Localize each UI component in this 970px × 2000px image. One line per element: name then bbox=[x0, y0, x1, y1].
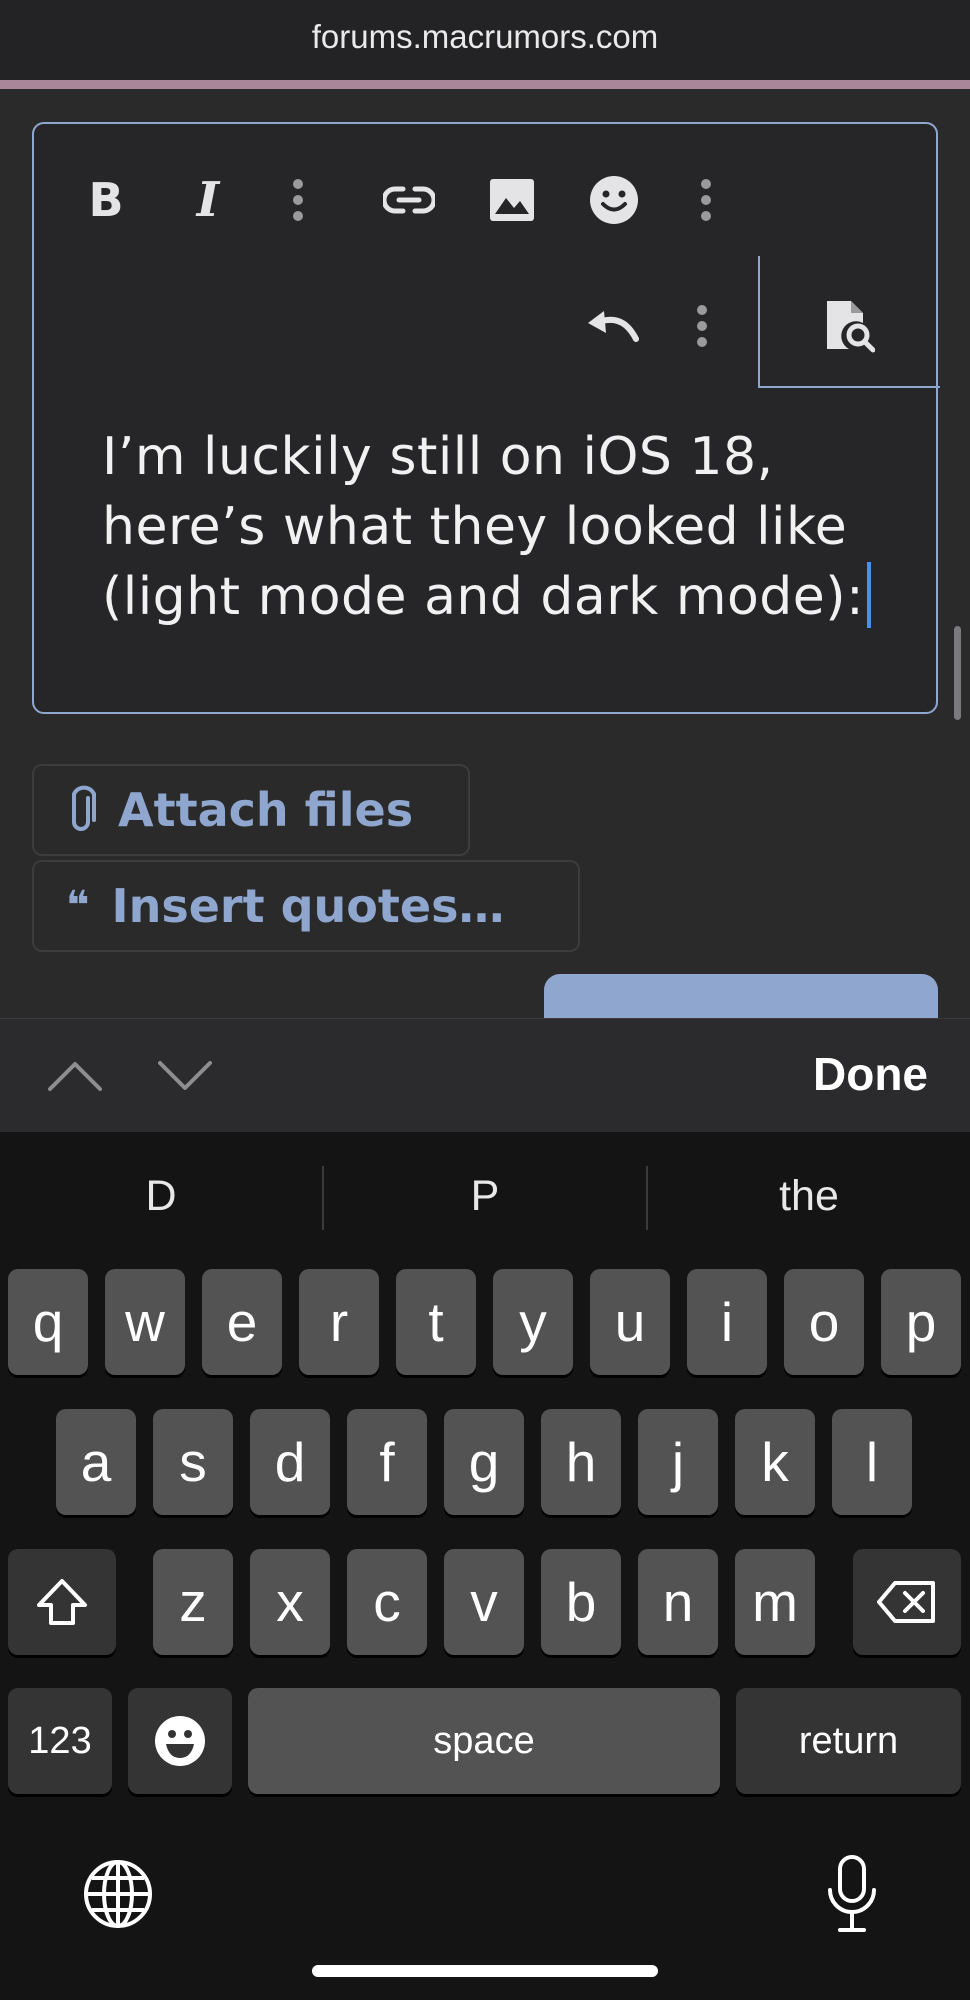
key-f[interactable]: f bbox=[347, 1409, 427, 1515]
key-u[interactable]: u bbox=[590, 1269, 670, 1375]
insert-quotes-label: Insert quotes… bbox=[111, 879, 505, 933]
key-c[interactable]: c bbox=[347, 1549, 427, 1655]
key-g[interactable]: g bbox=[444, 1409, 524, 1515]
url-text[interactable]: forums.macrumors.com bbox=[0, 18, 970, 56]
keyboard-accessory-bar: Done bbox=[0, 1018, 970, 1132]
numbers-key[interactable]: 123 bbox=[8, 1688, 112, 1794]
key-m[interactable]: m bbox=[735, 1549, 815, 1655]
undo-button[interactable] bbox=[578, 294, 648, 358]
link-icon bbox=[383, 186, 435, 214]
globe-icon[interactable] bbox=[80, 1856, 156, 1932]
backspace-icon bbox=[877, 1581, 935, 1623]
home-indicator bbox=[312, 1965, 658, 1977]
link-button[interactable] bbox=[374, 168, 444, 232]
undo-icon bbox=[588, 311, 639, 342]
editor-line: here’s what they looked like bbox=[102, 497, 848, 557]
key-p[interactable]: p bbox=[881, 1269, 961, 1375]
vertical-dots-icon bbox=[701, 179, 711, 221]
emoji-icon bbox=[155, 1716, 205, 1766]
image-icon bbox=[490, 179, 534, 221]
key-v[interactable]: v bbox=[444, 1549, 524, 1655]
suggestion-item[interactable]: D bbox=[0, 1172, 322, 1221]
editor-text-area[interactable]: I’m luckily still on iOS 18, here’s what… bbox=[102, 422, 902, 632]
quote-icon: ❝ bbox=[66, 883, 90, 929]
preview-toggle-panel[interactable] bbox=[758, 256, 940, 388]
page-scrollbar[interactable] bbox=[954, 626, 961, 720]
key-o[interactable]: o bbox=[784, 1269, 864, 1375]
key-j[interactable]: j bbox=[638, 1409, 718, 1515]
vertical-dots-icon bbox=[293, 179, 303, 221]
key-x[interactable]: x bbox=[250, 1549, 330, 1655]
editor-line-with-caret: (light mode and dark mode): bbox=[102, 562, 902, 632]
italic-button[interactable]: I bbox=[176, 168, 240, 232]
insert-quotes-button[interactable]: ❝ Insert quotes… bbox=[32, 860, 580, 952]
key-y[interactable]: y bbox=[493, 1269, 573, 1375]
editor-line: (light mode and dark mode): bbox=[102, 567, 865, 627]
backspace-key[interactable] bbox=[853, 1549, 961, 1655]
key-q[interactable]: q bbox=[8, 1269, 88, 1375]
more-insert-options-button[interactable] bbox=[686, 168, 726, 232]
attach-files-button[interactable]: Attach files bbox=[32, 764, 470, 856]
smiley-icon bbox=[590, 176, 638, 224]
next-field-button[interactable] bbox=[154, 1047, 216, 1105]
text-caret bbox=[867, 562, 872, 628]
chevron-up-icon bbox=[48, 1062, 102, 1091]
more-text-options-button[interactable] bbox=[278, 168, 318, 232]
post-editor[interactable]: B I I’m luckily still on iOS 18, here’s … bbox=[32, 122, 940, 714]
vertical-dots-icon bbox=[697, 305, 707, 347]
return-key[interactable]: return bbox=[736, 1688, 961, 1794]
shift-key[interactable] bbox=[8, 1549, 116, 1655]
key-w[interactable]: w bbox=[105, 1269, 185, 1375]
key-i[interactable]: i bbox=[687, 1269, 767, 1375]
italic-glyph: I bbox=[196, 172, 220, 228]
preview-button[interactable] bbox=[818, 294, 882, 358]
attach-files-label: Attach files bbox=[118, 783, 414, 837]
emoji-button[interactable] bbox=[582, 168, 646, 232]
suggestion-item[interactable]: the bbox=[648, 1172, 970, 1221]
editor-line: I’m luckily still on iOS 18, bbox=[102, 427, 774, 487]
key-r[interactable]: r bbox=[299, 1269, 379, 1375]
paperclip-icon bbox=[66, 784, 96, 836]
previous-field-button[interactable] bbox=[44, 1047, 106, 1105]
key-k[interactable]: k bbox=[735, 1409, 815, 1515]
shift-icon bbox=[37, 1579, 87, 1625]
keyboard: D P the q w e r t y u i o p a s d f g h … bbox=[0, 1132, 970, 2000]
page-load-progress bbox=[0, 80, 970, 89]
key-t[interactable]: t bbox=[396, 1269, 476, 1375]
space-key[interactable]: space bbox=[248, 1688, 720, 1794]
post-reply-button[interactable] bbox=[544, 974, 938, 1020]
insert-image-button[interactable] bbox=[480, 168, 544, 232]
key-a[interactable]: a bbox=[56, 1409, 136, 1515]
done-button[interactable]: Done bbox=[813, 1047, 928, 1101]
chevron-down-icon bbox=[158, 1061, 212, 1090]
bold-button[interactable]: B bbox=[74, 168, 138, 232]
key-l[interactable]: l bbox=[832, 1409, 912, 1515]
bold-glyph: B bbox=[88, 173, 124, 227]
suggestion-item[interactable]: P bbox=[324, 1172, 646, 1221]
key-h[interactable]: h bbox=[541, 1409, 621, 1515]
key-b[interactable]: b bbox=[541, 1549, 621, 1655]
key-n[interactable]: n bbox=[638, 1549, 718, 1655]
more-options-button[interactable] bbox=[682, 294, 722, 358]
emoji-key[interactable] bbox=[128, 1688, 232, 1794]
microphone-icon[interactable] bbox=[816, 1852, 888, 1936]
preview-icon bbox=[827, 301, 875, 353]
key-s[interactable]: s bbox=[153, 1409, 233, 1515]
browser-address-bar[interactable]: forums.macrumors.com bbox=[0, 0, 970, 80]
key-e[interactable]: e bbox=[202, 1269, 282, 1375]
predictive-suggestions: D P the bbox=[0, 1132, 970, 1252]
key-d[interactable]: d bbox=[250, 1409, 330, 1515]
key-z[interactable]: z bbox=[153, 1549, 233, 1655]
